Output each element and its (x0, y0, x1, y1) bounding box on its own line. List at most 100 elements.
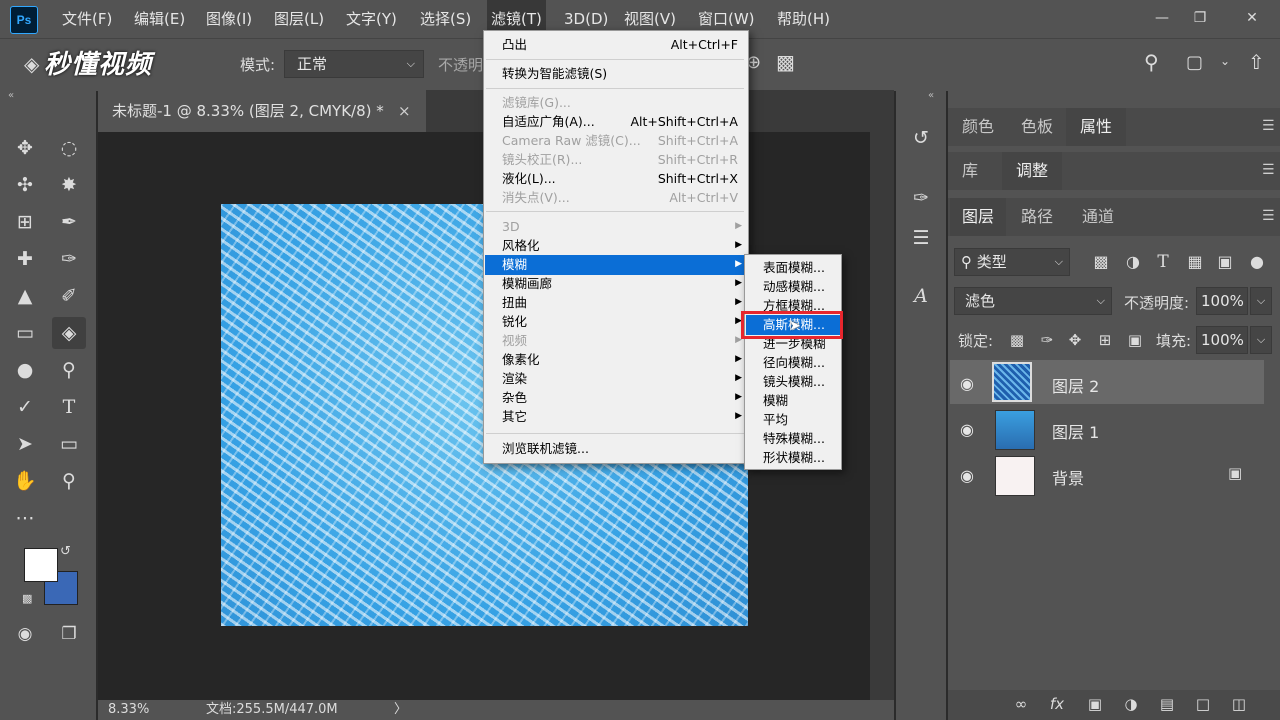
menu-item-camera-raw[interactable]: Camera Raw 滤镜(C)... (502, 131, 641, 150)
menu-help[interactable]: 帮助(H) (773, 0, 834, 38)
move-tool-icon[interactable]: ✥ (8, 132, 42, 164)
type-filter-icon[interactable]: T (1146, 246, 1180, 278)
menu-item-pixelate[interactable]: 像素化 (502, 350, 540, 369)
path-select-tool-icon[interactable]: ➤ (8, 428, 42, 460)
tab-paths[interactable]: 路径 (1008, 198, 1066, 236)
healing-brush-tool-icon[interactable]: ✚ (8, 243, 42, 275)
close-tab-icon[interactable]: × (398, 90, 411, 132)
tab-libraries[interactable]: 库 (950, 152, 990, 190)
search-icon[interactable]: ⚲ (1144, 50, 1159, 74)
hand-tool-icon[interactable]: ✋ (8, 465, 42, 497)
menu-item-blur-gallery[interactable]: 模糊画廊 (502, 274, 552, 293)
menu-item-sharpen[interactable]: 锐化 (502, 312, 527, 331)
menu-item-average[interactable]: 平均 (763, 410, 788, 429)
new-adjustment-icon[interactable]: ◑ (1114, 690, 1148, 718)
menu-item-convert-smart-filter[interactable]: 转换为智能滤镜(S) (502, 64, 607, 83)
menu-layer[interactable]: 图层(L) (270, 0, 328, 38)
delete-layer-icon[interactable]: ◫ (1222, 690, 1256, 718)
blur-tool-icon[interactable]: ● (8, 354, 42, 386)
history-panel-icon[interactable]: ↺ (904, 122, 938, 154)
add-mask-icon[interactable]: ▣ (1078, 690, 1112, 718)
foreground-color-swatch[interactable] (24, 548, 58, 582)
visibility-eye-icon[interactable]: ◉ (960, 420, 974, 439)
lock-position-icon[interactable]: ✥ (1058, 324, 1092, 356)
menu-item-liquify[interactable]: 液化(L)... (502, 169, 556, 188)
blend-mode-select[interactable]: 滤色 ⌵ (954, 287, 1112, 315)
vertical-scrollbar[interactable] (870, 132, 894, 700)
menu-item-blur[interactable]: 模糊 (763, 391, 788, 410)
menu-item-surface-blur[interactable]: 表面模糊... (763, 258, 825, 277)
brush-tool-icon[interactable]: ✑ (52, 243, 86, 275)
restore-icon[interactable]: ❐ (1186, 6, 1214, 30)
lock-transparent-icon[interactable]: ▩ (1000, 324, 1034, 356)
menu-item-render[interactable]: 渲染 (502, 369, 527, 388)
link-layers-icon[interactable]: ∞ (1004, 690, 1038, 718)
crop-tool-icon[interactable]: ⊞ (8, 206, 42, 238)
menu-item-browse-online-filters[interactable]: 浏览联机滤镜... (502, 439, 589, 458)
opacity-field[interactable]: 100% (1196, 287, 1248, 315)
menu-file[interactable]: 文件(F) (58, 0, 116, 38)
smart-object-filter-icon[interactable]: ▣ (1208, 246, 1242, 278)
visibility-eye-icon[interactable]: ◉ (960, 466, 974, 485)
menu-item-adaptive-wide-angle[interactable]: 自适应广角(A)... (502, 112, 595, 131)
eyedropper-tool-icon[interactable]: ✒ (52, 206, 86, 238)
menu-item-3d[interactable]: 3D (502, 217, 520, 236)
pixel-filter-icon[interactable]: ▩ (1084, 246, 1118, 278)
fx-icon[interactable]: fx (1040, 690, 1074, 718)
panel-menu-icon[interactable]: ☰ (1262, 118, 1275, 134)
screen-mode-icon[interactable]: ❐ (52, 618, 86, 650)
menu-item-noise[interactable]: 杂色 (502, 388, 527, 407)
menu-item-motion-blur[interactable]: 动感模糊... (763, 277, 825, 296)
marquee-tool-icon[interactable]: ◌ (52, 132, 86, 164)
lock-all-icon[interactable]: ▣ (1118, 324, 1152, 356)
menu-item-vanishing-point[interactable]: 消失点(V)... (502, 188, 570, 207)
tab-adjustments[interactable]: 调整 (1002, 152, 1062, 190)
swap-colors-icon[interactable]: ↺ (60, 544, 71, 559)
stamp-tool-icon[interactable]: ▲ (8, 280, 42, 312)
zoom-tool-icon[interactable]: ⚲ (52, 465, 86, 497)
mode-select[interactable]: 正常 ⌵ (284, 50, 424, 78)
adjust-presets-icon[interactable]: ☰ (904, 222, 938, 254)
menu-item-other[interactable]: 其它 (502, 407, 527, 426)
character-panel-icon[interactable]: A (904, 280, 938, 312)
paint-bucket-tool-icon[interactable]: ◈ (52, 317, 86, 349)
workspace-chevron-icon[interactable]: ⌄ (1220, 54, 1230, 68)
menu-edit[interactable]: 编辑(E) (130, 0, 189, 38)
minimize-icon[interactable]: — (1148, 6, 1176, 30)
menu-item-radial-blur[interactable]: 径向模糊... (763, 353, 825, 372)
menu-select[interactable]: 选择(S) (416, 0, 475, 38)
menu-item-shape-blur[interactable]: 形状模糊... (763, 448, 825, 467)
visibility-eye-icon[interactable]: ◉ (960, 374, 974, 393)
menu-type[interactable]: 文字(Y) (342, 0, 401, 38)
type-tool-icon[interactable]: T (52, 391, 86, 423)
dodge-tool-icon[interactable]: ⚲ (52, 354, 86, 386)
menu-item-extrude[interactable]: 凸出 (502, 35, 527, 54)
menu-item-distort[interactable]: 扭曲 (502, 293, 527, 312)
rectangle-tool-icon[interactable]: ▭ (52, 428, 86, 460)
collapse-strip-icon[interactable]: « (928, 90, 934, 101)
shape-filter-icon[interactable]: ▦ (1178, 246, 1212, 278)
menu-item-lens-blur[interactable]: 镜头模糊... (763, 372, 825, 391)
adjustment-filter-icon[interactable]: ◑ (1116, 246, 1150, 278)
collapse-icon[interactable]: « (8, 90, 14, 101)
default-colors-icon[interactable]: ▩ (22, 592, 32, 605)
tab-channels[interactable]: 通道 (1068, 198, 1128, 236)
menu-item-filter-gallery[interactable]: 滤镜库(G)... (502, 93, 571, 112)
lock-artboard-icon[interactable]: ⊞ (1088, 324, 1122, 356)
menu-item-video[interactable]: 视频 (502, 331, 527, 350)
menu-item-stylize[interactable]: 风格化 (502, 236, 540, 255)
layers-menu-icon[interactable]: ☰ (1262, 208, 1275, 224)
menu-item-smart-blur[interactable]: 特殊模糊... (763, 429, 825, 448)
status-menu-arrow[interactable]: 〉 (394, 700, 407, 720)
more-tools-icon[interactable]: ⋯ (8, 502, 42, 534)
fill-field[interactable]: 100% (1196, 326, 1248, 354)
new-group-icon[interactable]: ▤ (1150, 690, 1184, 718)
tab-layers[interactable]: 图层 (950, 198, 1006, 236)
new-layer-icon[interactable]: □ (1186, 690, 1220, 718)
pen-tool-icon[interactable]: ✓ (8, 391, 42, 423)
workspace-icon[interactable]: ▢ (1186, 52, 1203, 73)
tab-properties[interactable]: 属性 (1066, 108, 1126, 146)
document-tab[interactable]: 未标题-1 @ 8.33% (图层 2, CMYK/8) * × (98, 90, 426, 132)
eraser-tool-icon[interactable]: ▭ (8, 317, 42, 349)
paint-bucket-icon[interactable]: ◈ (24, 52, 39, 76)
